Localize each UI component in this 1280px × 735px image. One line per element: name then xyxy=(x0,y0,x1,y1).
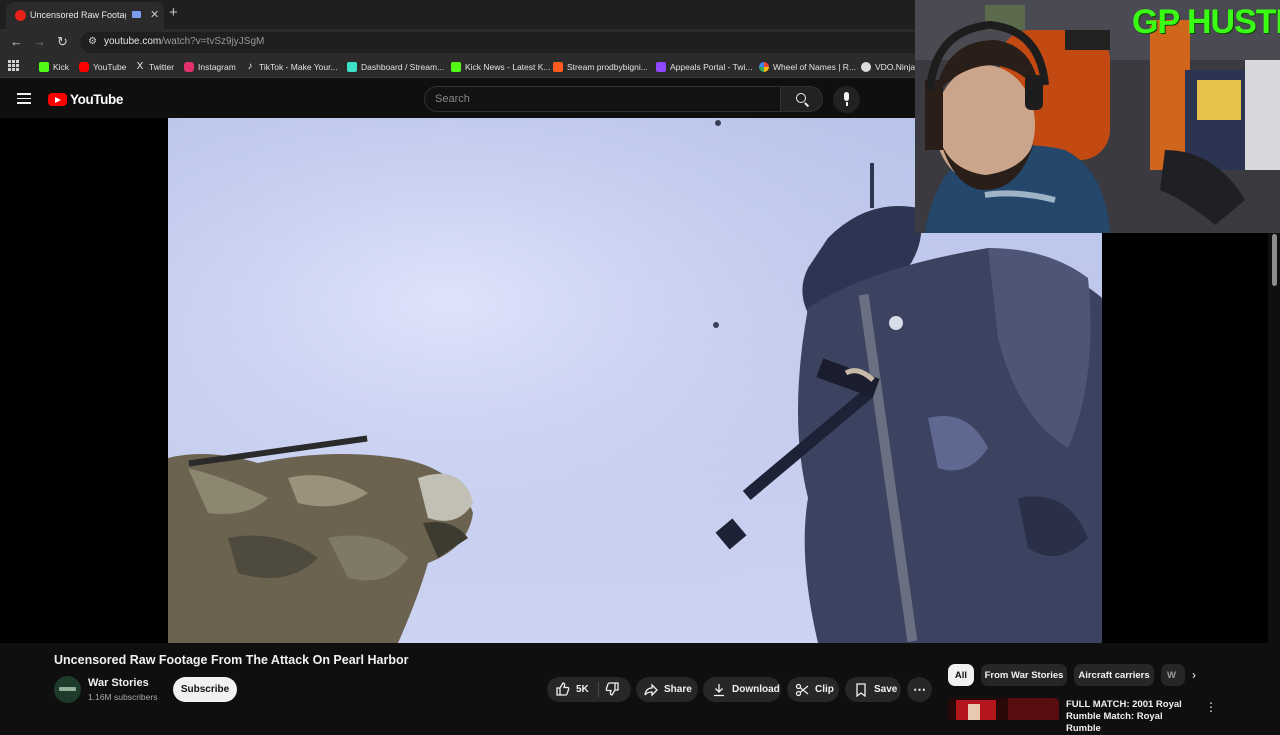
youtube-wordmark: YouTube xyxy=(70,92,123,107)
bookmark-label: Kick xyxy=(53,62,70,72)
apps-grid-icon[interactable] xyxy=(8,60,19,71)
bookmark-vdo-ninja[interactable]: VDO.Ninja xyxy=(861,60,915,74)
save-label: Save xyxy=(874,684,898,695)
chip-all[interactable]: All xyxy=(948,664,974,686)
url-text[interactable]: youtube.com/watch?v=tvSz9jyJSgM xyxy=(104,36,264,47)
download-label: Download xyxy=(732,684,780,695)
more-vertical-icon[interactable]: ⋮ xyxy=(1205,700,1217,714)
bookmark-kick[interactable]: Kick xyxy=(39,60,69,74)
hamburger-menu-icon[interactable] xyxy=(17,93,31,104)
bookmark-youtube[interactable]: YouTube xyxy=(79,60,126,74)
bookmark-instagram[interactable]: Instagram xyxy=(184,60,236,74)
bookmark-twitter[interactable]: X Twitter xyxy=(135,60,174,74)
bookmark-dashboard[interactable]: Dashboard / Stream... xyxy=(347,60,444,74)
share-arrow-icon xyxy=(644,682,658,697)
kick-icon xyxy=(451,62,461,72)
bookmark-stream[interactable]: Stream prodbybigni... xyxy=(553,60,648,74)
youtube-logo[interactable]: YouTube xyxy=(48,92,123,107)
back-arrow-icon[interactable]: ← xyxy=(10,34,23,49)
media-playing-icon[interactable] xyxy=(132,11,141,18)
bookmark-label: Wheel of Names | R... xyxy=(773,62,856,72)
bookmark-label: YouTube xyxy=(93,62,127,72)
page-scrollbar[interactable] xyxy=(1268,232,1280,720)
twitch-icon xyxy=(656,62,666,72)
share-button[interactable]: Share xyxy=(636,677,698,702)
search-input[interactable] xyxy=(435,92,765,106)
youtube-favicon-icon xyxy=(15,10,26,21)
search-box[interactable] xyxy=(424,86,781,112)
bookmark-label: VDO.Ninja xyxy=(875,62,916,72)
recommended-title[interactable]: FULL MATCH: 2001 Royal Rumble Match: Roy… xyxy=(1066,699,1194,735)
bookmark-label: Dashboard / Stream... xyxy=(361,62,445,72)
save-button[interactable]: Save xyxy=(845,677,901,702)
streamer-name-overlay: GP HUSTLA xyxy=(1132,3,1280,41)
bookmark-label: Twitter xyxy=(149,62,175,72)
stream-dashboard-icon xyxy=(347,62,357,72)
close-tab-icon[interactable]: ✕ xyxy=(150,8,159,21)
browser-tab[interactable]: Uncensored Raw Footage From The Attack O… xyxy=(6,2,164,29)
more-actions-button[interactable]: ⋯ xyxy=(907,677,932,702)
video-title: Uncensored Raw Footage From The Attack O… xyxy=(54,653,409,667)
thumbnail-image xyxy=(948,698,1059,720)
chip-from-war-stories[interactable]: From War Stories xyxy=(981,664,1067,686)
tab-title: Uncensored Raw Footage From The Attack O… xyxy=(30,10,126,20)
thumbs-down-icon xyxy=(605,682,619,696)
vdo-ninja-icon xyxy=(861,62,871,72)
more-horizontal-icon: ⋯ xyxy=(913,681,926,697)
download-icon xyxy=(714,683,724,696)
download-button[interactable]: Download xyxy=(703,677,781,702)
instagram-icon xyxy=(184,62,194,72)
bookmark-label: Instagram xyxy=(198,62,236,72)
microphone-icon xyxy=(844,92,849,101)
subscribe-button[interactable]: Subscribe xyxy=(173,677,237,702)
chevron-right-icon[interactable]: › xyxy=(1192,668,1196,682)
like-button[interactable]: 5K xyxy=(556,682,589,696)
bookmark-kick-news[interactable]: Kick News - Latest K... xyxy=(451,60,551,74)
youtube-icon xyxy=(79,62,89,72)
chip-next-partial[interactable]: W xyxy=(1161,664,1185,686)
clip-button[interactable]: Clip xyxy=(787,677,839,702)
dislike-button[interactable] xyxy=(605,682,619,699)
clip-label: Clip xyxy=(815,684,834,695)
kick-icon xyxy=(39,62,49,72)
search-icon xyxy=(796,93,806,103)
tiktok-icon: ♪ xyxy=(247,61,253,72)
url-path: /watch?v=tvSz9jyJSgM xyxy=(161,36,265,47)
bookmark-label: Stream prodbybigni... xyxy=(567,62,648,72)
recommended-thumbnail[interactable] xyxy=(948,698,1059,720)
player-letterbox-left xyxy=(0,118,168,643)
share-label: Share xyxy=(664,684,692,695)
bookmark-appeals-portal[interactable]: Appeals Portal - Twi... xyxy=(656,60,753,74)
like-dislike-segment: 5K xyxy=(547,677,631,702)
bookmark-wheel-of-names[interactable]: Wheel of Names | R... xyxy=(759,60,856,74)
search-button[interactable] xyxy=(781,86,823,112)
bookmark-label: Kick News - Latest K... xyxy=(465,62,551,72)
bookmark-label: Appeals Portal - Twi... xyxy=(670,62,753,72)
x-icon: X xyxy=(136,61,144,72)
youtube-play-icon xyxy=(48,93,67,106)
reload-icon[interactable]: ↻ xyxy=(57,34,68,50)
forward-arrow-icon[interactable]: → xyxy=(33,34,46,49)
subscriber-count: 1.16M subscribers xyxy=(88,692,158,702)
chip-aircraft-carriers[interactable]: Aircraft carriers xyxy=(1074,664,1154,686)
site-settings-icon[interactable]: ⚙ xyxy=(88,36,97,47)
channel-name[interactable]: War Stories xyxy=(88,677,149,689)
bookmark-tiktok[interactable]: ♪ TikTok - Make Your... xyxy=(245,60,338,74)
channel-avatar[interactable] xyxy=(54,676,81,703)
stream-icon xyxy=(553,62,563,72)
scissors-icon xyxy=(795,683,809,696)
voice-search-button[interactable] xyxy=(833,86,860,113)
new-tab-button[interactable]: + xyxy=(169,4,178,21)
like-count: 5K xyxy=(576,683,589,695)
url-domain: youtube.com xyxy=(104,36,162,47)
wheel-icon xyxy=(759,62,769,72)
divider xyxy=(598,682,599,697)
scrollbar-thumb[interactable] xyxy=(1272,234,1277,286)
bookmark-label: TikTok - Make Your... xyxy=(259,62,338,72)
save-playlist-icon xyxy=(856,682,866,697)
thumbs-up-icon xyxy=(556,682,570,696)
